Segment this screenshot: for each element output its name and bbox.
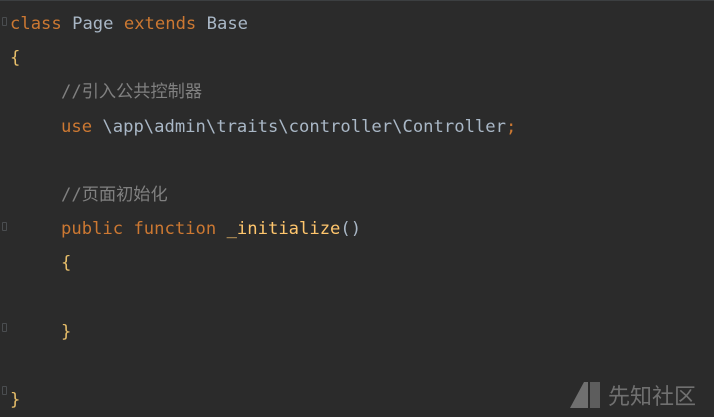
keyword: use [61, 116, 93, 137]
parens: () [340, 219, 362, 240]
class-name: Page [61, 14, 124, 34]
comment: //引入公共控制器 [61, 82, 203, 103]
open-brace: { [61, 253, 72, 274]
keyword: extends [123, 14, 197, 34]
code-line-6: //页面初始化 [10, 178, 714, 212]
keyword: class [10, 14, 62, 34]
watermark-text: 先知社区 [607, 385, 696, 410]
keyword: public [61, 219, 124, 240]
xianzhi-logo-icon [569, 382, 600, 408]
keyword: function [123, 219, 217, 240]
code-line-3: //引入公共控制器 [10, 75, 714, 109]
code-line-7: public function _initialize() [10, 212, 714, 246]
code-line-8: { [10, 246, 714, 280]
code-line-2: { [10, 41, 714, 75]
code-line-10: } [10, 315, 714, 349]
base-class-name: Base [196, 14, 249, 34]
code-content[interactable]: class Page extends Base { //引入公共控制器 use … [10, 7, 714, 417]
close-brace: } [61, 321, 72, 342]
fold-marker-function[interactable] [2, 222, 7, 231]
fold-marker-class-end[interactable] [2, 386, 7, 395]
editor-gutter [0, 1, 10, 417]
namespace-path: \app\admin\traits\controller\Controller [92, 116, 506, 137]
code-line-1: class Page extends Base [10, 7, 714, 41]
watermark: 先知社区 [569, 379, 696, 411]
fold-marker-class[interactable] [2, 17, 7, 26]
open-brace: { [10, 48, 21, 69]
comment: //页面初始化 [61, 184, 168, 205]
code-line-4: use \app\admin\traits\controller\Control… [10, 110, 714, 144]
fold-marker-function-end[interactable] [2, 323, 7, 332]
function-name: _initialize [216, 219, 341, 240]
code-editor[interactable]: class Page extends Base { //引入公共控制器 use … [0, 0, 714, 417]
close-brace: } [10, 390, 21, 411]
semicolon: ; [505, 116, 517, 137]
